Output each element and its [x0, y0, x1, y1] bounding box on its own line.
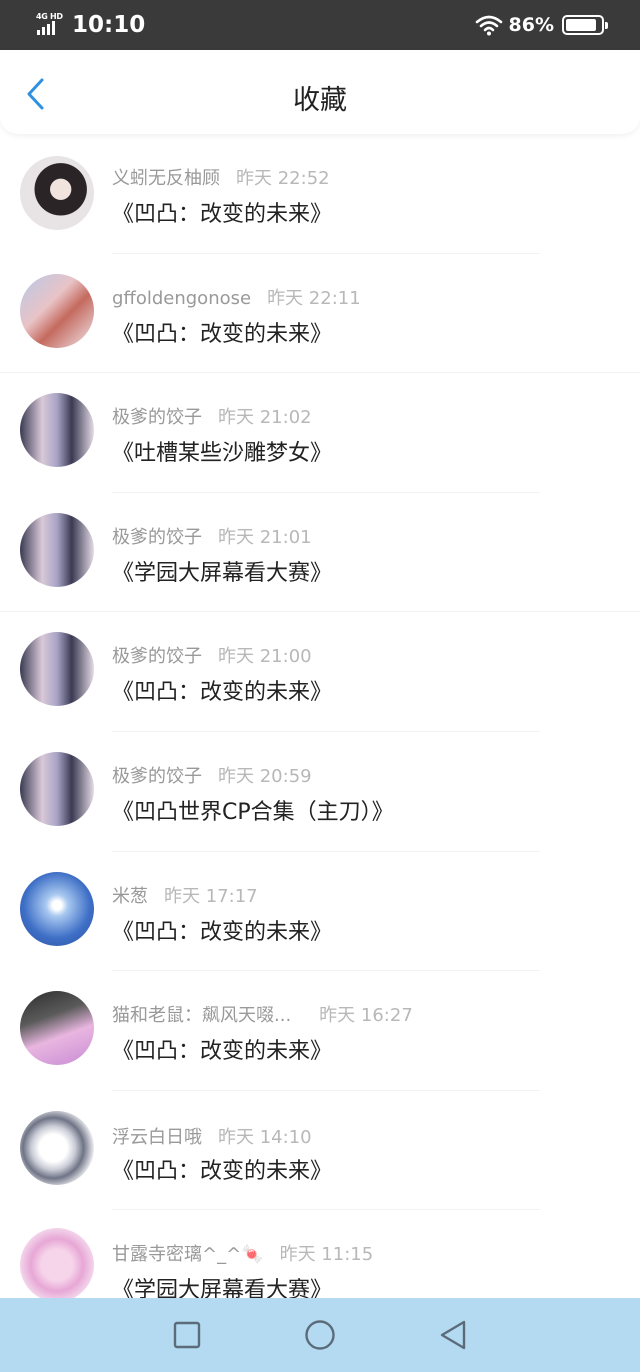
status-bar: 4G HD 10:10 86%: [0, 0, 640, 50]
list-item[interactable]: 甘露寺密璃^_^🍬 昨天 11:15 《学园大屏幕看大赛》: [0, 1210, 640, 1298]
item-meta: 米葱 昨天 17:17: [112, 882, 258, 908]
timestamp: 昨天 11:15: [279, 1244, 374, 1266]
list-item[interactable]: 极爹的饺子 昨天 21:02 《吐槽某些沙雕梦女》: [0, 373, 640, 493]
timestamp: 昨天 16:27: [319, 1005, 413, 1027]
header: 收藏: [0, 50, 640, 134]
username[interactable]: 猫和老鼠：飙风天啜...: [112, 1005, 291, 1026]
timestamp: 昨天 22:11: [267, 287, 361, 309]
network-type: 4G HD: [36, 12, 63, 21]
circle-icon: [305, 1320, 335, 1350]
timestamp: 昨天 21:01: [218, 526, 312, 548]
square-icon: [173, 1321, 200, 1349]
item-meta: 极爹的饺子 昨天 21:00: [112, 642, 312, 668]
avatar[interactable]: [20, 1110, 94, 1185]
timestamp: 昨天 21:00: [218, 646, 312, 668]
username[interactable]: 浮云白日哦: [112, 1127, 202, 1148]
item-title[interactable]: 《凹凸世界CP合集（主刀）》: [112, 794, 394, 826]
list-item[interactable]: 义蚓无反柚顾 昨天 22:52 《凹凸：改变的未来》: [0, 134, 640, 254]
username[interactable]: 极爹的饺子: [112, 766, 202, 787]
list-item[interactable]: 极爹的饺子 昨天 21:01 《学园大屏幕看大赛》: [0, 493, 640, 613]
avatar[interactable]: [20, 156, 94, 230]
timestamp: 昨天 20:59: [218, 765, 312, 787]
page-title: 收藏: [293, 85, 347, 116]
home-button[interactable]: [290, 1305, 350, 1365]
item-title[interactable]: 《凹凸：改变的未来》: [112, 316, 332, 348]
list-item[interactable]: 浮云白日哦 昨天 14:10 《凹凸：改变的未来》: [0, 1091, 640, 1211]
username[interactable]: 极爹的饺子: [112, 407, 202, 428]
battery-icon: [562, 15, 608, 35]
system-nav-bar: [0, 1298, 640, 1372]
item-meta: 猫和老鼠：飙风天啜... 昨天 16:27: [112, 1001, 413, 1027]
avatar[interactable]: [20, 393, 94, 468]
signal-icon: 4G HD: [36, 13, 64, 37]
username[interactable]: 极爹的饺子: [112, 527, 202, 548]
triangle-back-icon: [441, 1320, 466, 1350]
username[interactable]: 极爹的饺子: [112, 646, 202, 667]
avatar[interactable]: [20, 1228, 94, 1298]
item-title[interactable]: 《学园大屏幕看大赛》: [112, 555, 332, 587]
item-title[interactable]: 《吐槽某些沙雕梦女》: [112, 435, 332, 467]
avatar[interactable]: [20, 991, 94, 1066]
recent-apps-button[interactable]: [157, 1305, 217, 1365]
list-item[interactable]: 极爹的饺子 昨天 21:00 《凹凸：改变的未来》: [0, 612, 640, 732]
avatar[interactable]: [20, 871, 94, 946]
status-left: 4G HD 10:10: [36, 12, 145, 38]
clock: 10:10: [72, 12, 146, 38]
item-meta: 极爹的饺子 昨天 21:02: [112, 403, 312, 429]
system-back-button[interactable]: [423, 1305, 483, 1365]
username[interactable]: 米葱: [112, 886, 148, 907]
item-title[interactable]: 《凹凸：改变的未来》: [112, 674, 332, 706]
avatar[interactable]: [20, 512, 94, 587]
wifi-icon: [475, 15, 502, 36]
item-title[interactable]: 《学园大屏幕看大赛》: [112, 1272, 332, 1298]
item-meta: gffoldengonose 昨天 22:11: [112, 284, 361, 310]
timestamp: 昨天 21:02: [218, 407, 312, 429]
username[interactable]: gffoldengonose: [112, 288, 251, 309]
item-title[interactable]: 《凹凸：改变的未来》: [112, 1033, 332, 1065]
list-item[interactable]: 猫和老鼠：飙风天啜... 昨天 16:27 《凹凸：改变的未来》: [0, 971, 640, 1091]
timestamp: 昨天 14:10: [218, 1126, 312, 1148]
item-title[interactable]: 《凹凸：改变的未来》: [112, 196, 332, 228]
item-meta: 甘露寺密璃^_^🍬 昨天 11:15: [112, 1240, 373, 1266]
timestamp: 昨天 22:52: [236, 168, 330, 189]
item-meta: 义蚓无反柚顾 昨天 22:52: [112, 164, 330, 190]
item-title[interactable]: 《凹凸：改变的未来》: [112, 914, 332, 946]
avatar[interactable]: [20, 751, 94, 826]
timestamp: 昨天 17:17: [164, 885, 258, 907]
item-meta: 浮云白日哦 昨天 14:10: [112, 1123, 312, 1149]
favorites-list: 义蚓无反柚顾 昨天 22:52 《凹凸：改变的未来》 gffoldengonose…: [0, 134, 640, 1298]
username[interactable]: 义蚓无反柚顾: [112, 168, 220, 189]
item-title[interactable]: 《凹凸：改变的未来》: [112, 1153, 332, 1185]
avatar[interactable]: [20, 632, 94, 707]
list-item[interactable]: 米葱 昨天 17:17 《凹凸：改变的未来》: [0, 852, 640, 972]
list-item[interactable]: gffoldengonose 昨天 22:11 《凹凸：改变的未来》: [0, 254, 640, 374]
battery-percent: 86%: [508, 14, 554, 36]
avatar[interactable]: [20, 273, 94, 348]
status-right: 86%: [475, 12, 608, 38]
item-meta: 极爹的饺子 昨天 20:59: [112, 762, 312, 788]
username[interactable]: 甘露寺密璃^_^🍬: [112, 1244, 264, 1265]
list-item[interactable]: 极爹的饺子 昨天 20:59 《凹凸世界CP合集（主刀）》: [0, 732, 640, 852]
item-meta: 极爹的饺子 昨天 21:01: [112, 523, 312, 549]
